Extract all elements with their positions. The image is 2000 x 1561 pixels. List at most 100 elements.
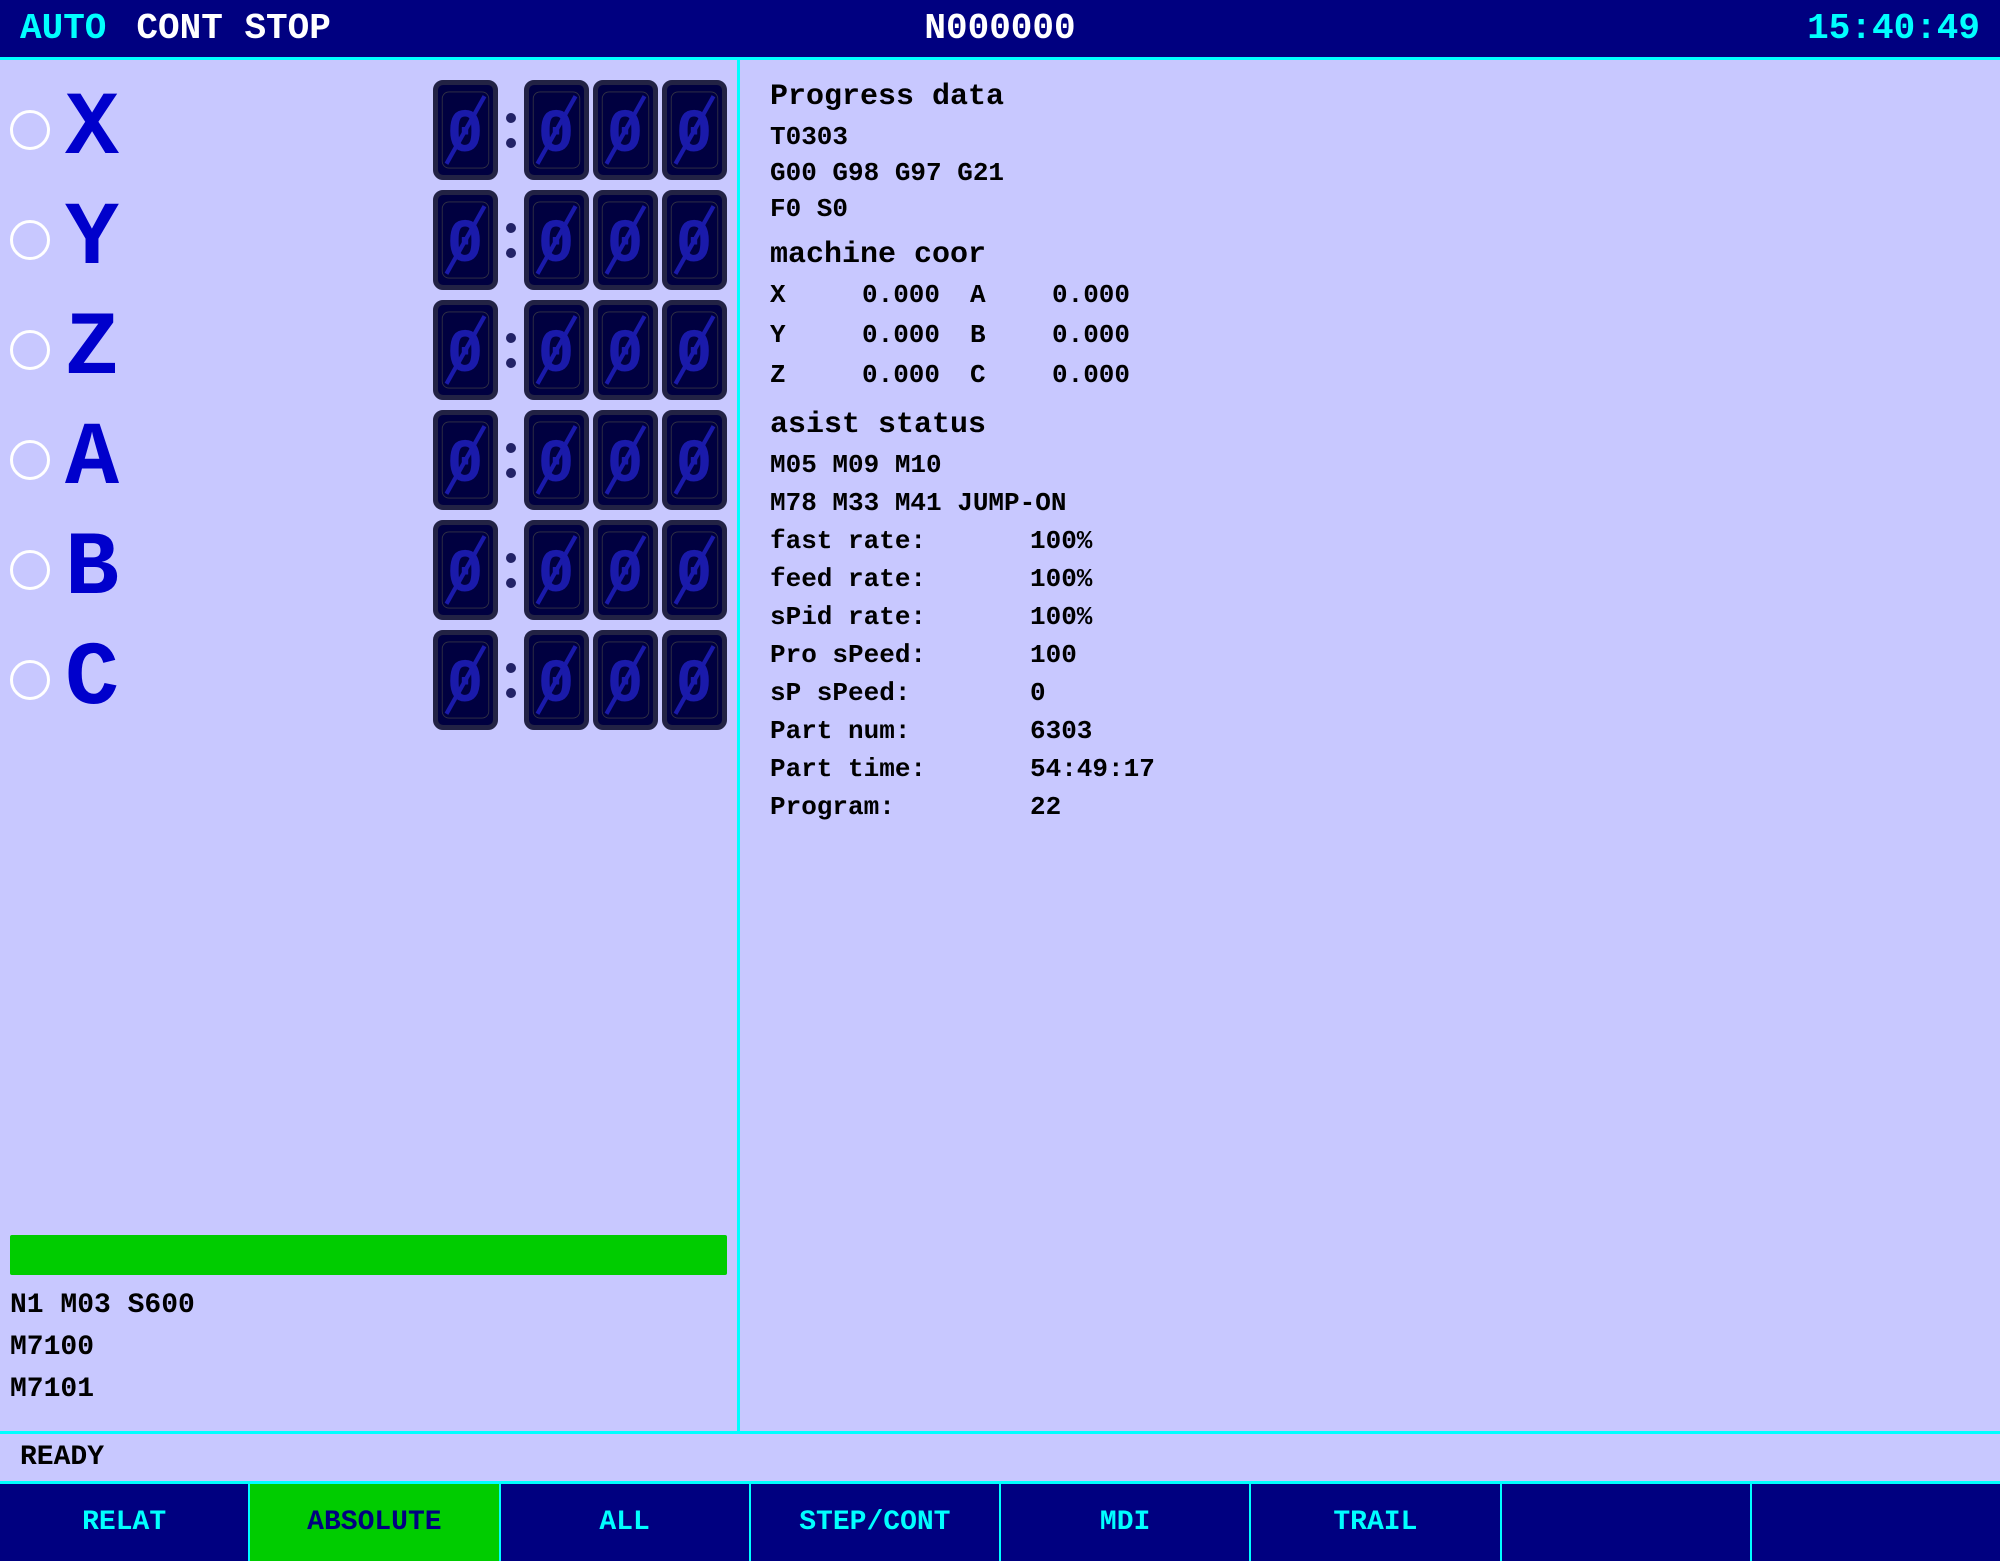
spid-rate-label: sPid rate: (770, 602, 1030, 632)
tab-absolute[interactable]: ABSOLUTE (250, 1484, 500, 1561)
right-panel: Progress data T0303 G00 G98 G97 G21 F0 S… (740, 60, 2000, 1431)
axis-row-a: A 0 0 0 0 (10, 410, 727, 510)
seg-display-z: 0 0 0 0 (433, 300, 727, 400)
part-time-value: 54:49:17 (1030, 754, 1155, 784)
clock-display: 15:40:49 (1807, 8, 1980, 49)
tab-empty-2[interactable] (1752, 1484, 2000, 1561)
seg-digit-c1: 0 (524, 630, 589, 730)
tab-step-cont[interactable]: STEP/CONT (751, 1484, 1001, 1561)
seg-digit-c3: 0 (662, 630, 727, 730)
spid-rate-row: sPid rate: 100% (770, 602, 1970, 632)
tab-trail[interactable]: TRAIL (1251, 1484, 1501, 1561)
tab-relat[interactable]: RELAT (0, 1484, 250, 1561)
tab-all[interactable]: ALL (501, 1484, 751, 1561)
tab-empty-1[interactable] (1502, 1484, 1752, 1561)
sp-speed-value: 0 (1030, 678, 1046, 708)
spid-rate-value: 100% (1030, 602, 1092, 632)
seg-display-y: 0 0 0 0 (433, 190, 727, 290)
axis-label-c: C (65, 635, 155, 725)
sp-speed-label: sP sPeed: (770, 678, 1030, 708)
pro-speed-value: 100 (1030, 640, 1077, 670)
coord-axis-b: B (940, 320, 1000, 350)
axis-label-b: B (65, 525, 155, 615)
fast-rate-value: 100% (1030, 526, 1092, 556)
seg-colon-c (502, 663, 520, 698)
seg-colon-b (502, 553, 520, 588)
nc-lines-area: N1 M03 S600 M7100 M7101 (10, 1285, 727, 1411)
seg-digit-x2: 0 (593, 80, 658, 180)
seg-digit-x0: 0 (433, 80, 498, 180)
seg-display-a: 0 0 0 0 (433, 410, 727, 510)
seg-digit-b2: 0 (593, 520, 658, 620)
axis-circle-x (10, 110, 50, 150)
seg-colon-z (502, 333, 520, 368)
feed-rate-row: feed rate: 100% (770, 564, 1970, 594)
part-num-value: 6303 (1030, 716, 1092, 746)
tab-mdi[interactable]: MDI (1001, 1484, 1251, 1561)
seg-digit-x3: 0 (662, 80, 727, 180)
program-label: Program: (770, 792, 1030, 822)
machine-coor-title: machine coor (770, 238, 1970, 272)
axis-circle-a (10, 440, 50, 480)
seg-digit-z2: 0 (593, 300, 658, 400)
axis-row-x: X 0 0 0 0 (10, 80, 727, 180)
pro-speed-row: Pro sPeed: 100 (770, 640, 1970, 670)
coord-axis-c: C (940, 360, 1000, 390)
status-area: READY (0, 1431, 2000, 1481)
progress-bar (10, 1235, 727, 1275)
axis-label-a: A (65, 415, 155, 505)
coord-row-z-c: Z 0.000 C 0.000 (770, 360, 1970, 390)
seg-digit-z1: 0 (524, 300, 589, 400)
coord-axis-y: Y (770, 320, 810, 350)
part-time-row: Part time: 54:49:17 (770, 754, 1970, 784)
seg-display-x: 0 0 0 0 (433, 80, 727, 180)
seg-digit-x1: 0 (524, 80, 589, 180)
seg-digit-b0: 0 (433, 520, 498, 620)
axis-circle-b (10, 550, 50, 590)
bottom-tab-bar: RELAT ABSOLUTE ALL STEP/CONT MDI TRAIL (0, 1481, 2000, 1561)
feed-rate-label: feed rate: (770, 564, 1030, 594)
status-text: READY (20, 1442, 104, 1473)
seg-digit-z3: 0 (662, 300, 727, 400)
seg-digit-y3: 0 (662, 190, 727, 290)
axis-row-y: Y 0 0 0 0 (10, 190, 727, 290)
f-s-line: F0 S0 (770, 194, 1970, 224)
seg-display-c: 0 0 0 0 (433, 630, 727, 730)
nc-line-2: M7101 (10, 1369, 727, 1411)
seg-digit-y2: 0 (593, 190, 658, 290)
axis-row-c: C 0 0 0 0 (10, 630, 727, 730)
part-time-label: Part time: (770, 754, 1030, 784)
seg-colon-y (502, 223, 520, 258)
coord-val-y: 0.000 (810, 320, 940, 350)
coord-axis-z: Z (770, 360, 810, 390)
seg-colon-x (502, 113, 520, 148)
top-bar: AUTO CONT STOP N000000 15:40:49 (0, 0, 2000, 60)
mode-auto: AUTO (20, 8, 106, 49)
part-num-label: Part num: (770, 716, 1030, 746)
axis-row-z: Z 0 0 0 0 (10, 300, 727, 400)
fast-rate-label: fast rate: (770, 526, 1030, 556)
seg-colon-a (502, 443, 520, 478)
program-row: Program: 22 (770, 792, 1970, 822)
coord-val-z: 0.000 (810, 360, 940, 390)
main-area: X 0 0 0 0 Y 0 0 0 0 (0, 60, 2000, 1431)
sp-speed-row: sP sPeed: 0 (770, 678, 1970, 708)
seg-digit-b3: 0 (662, 520, 727, 620)
nc-line-0: N1 M03 S600 (10, 1285, 727, 1327)
axis-label-z: Z (65, 305, 155, 395)
progress-data-title: Progress data (770, 80, 1970, 114)
seg-display-b: 0 0 0 0 (433, 520, 727, 620)
left-panel: X 0 0 0 0 Y 0 0 0 0 (0, 60, 740, 1431)
coord-row-y-b: Y 0.000 B 0.000 (770, 320, 1970, 350)
seg-digit-b1: 0 (524, 520, 589, 620)
coord-val-c: 0.000 (1000, 360, 1130, 390)
seg-digit-c2: 0 (593, 630, 658, 730)
coord-row-x-a: X 0.000 A 0.000 (770, 280, 1970, 310)
seg-digit-a1: 0 (524, 410, 589, 510)
seg-digit-a0: 0 (433, 410, 498, 510)
axis-label-y: Y (65, 195, 155, 285)
asist-status-title: asist status (770, 408, 1970, 442)
feed-rate-value: 100% (1030, 564, 1092, 594)
coord-val-x: 0.000 (810, 280, 940, 310)
fast-rate-row: fast rate: 100% (770, 526, 1970, 556)
